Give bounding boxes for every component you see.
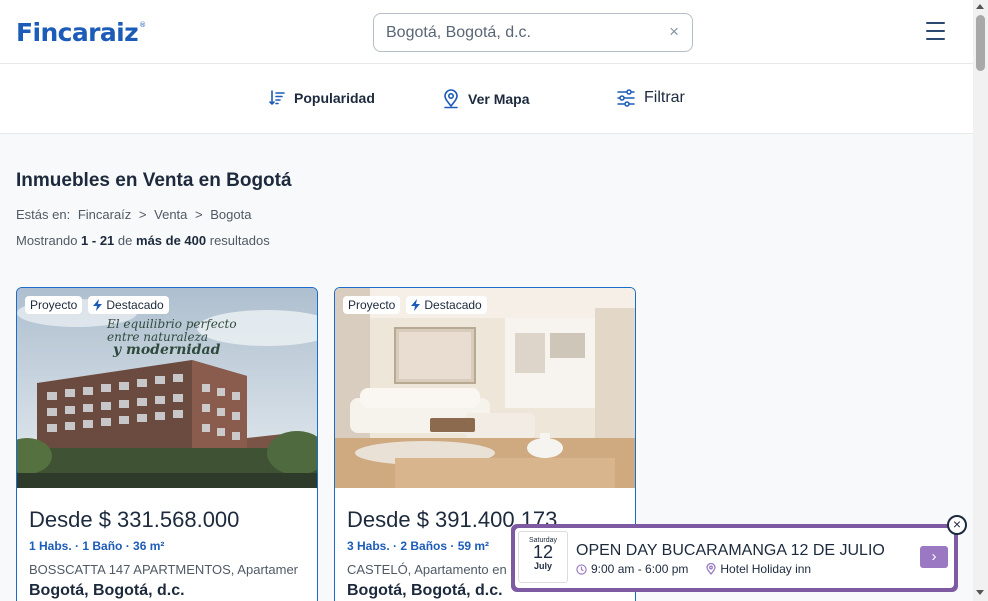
header: Fincaraiz® Bogotá, Bogotá, d.c. × xyxy=(0,0,973,64)
building-render-image: El equilibrio perfecto entre naturaleza … xyxy=(17,288,317,488)
project-badge: Proyecto xyxy=(25,296,83,314)
listing-photo[interactable]: El equilibrio perfecto entre naturaleza … xyxy=(17,288,317,488)
sliders-icon xyxy=(617,89,635,107)
apartment-interior-image xyxy=(335,288,635,488)
breadcrumb-prefix: Estás en: xyxy=(16,207,71,222)
scroll-down-arrow-icon[interactable] xyxy=(976,590,984,595)
calendar-day-number: 12 xyxy=(532,542,554,562)
logo-text: Fincaraiz xyxy=(16,18,139,47)
results-count: Mostrando 1 - 21 de más de 400 resultado… xyxy=(16,233,270,248)
listing-badges: Proyecto Destacado xyxy=(25,296,169,314)
page-title: Inmuebles en Venta en Bogotá xyxy=(16,170,292,191)
featured-badge-label: Destacado xyxy=(106,298,164,312)
clock-icon xyxy=(576,563,587,575)
scroll-up-arrow-icon[interactable] xyxy=(976,4,984,9)
sort-popularity-button[interactable]: Popularidad xyxy=(268,89,375,107)
map-pin-icon xyxy=(444,89,458,109)
promo-title: OPEN DAY BUCARAMANGA 12 DE JULIO xyxy=(576,542,885,559)
listing-badges: Proyecto Destacado xyxy=(343,296,487,314)
results-total: más de 400 xyxy=(136,233,207,248)
breadcrumb-item-sale[interactable]: Venta xyxy=(154,207,187,222)
sort-popularity-label: Popularidad xyxy=(294,90,375,106)
image-caption-line1: El equilibrio perfecto xyxy=(106,317,237,331)
promo-meta: 9:00 am - 6:00 pm Hotel Holiday inn xyxy=(576,562,811,576)
results-prefix: Mostrando xyxy=(16,233,78,248)
results-range: 1 - 21 xyxy=(81,233,115,248)
listing-description[interactable]: BOSSCATTA 147 APARTMENTOS, Apartamer xyxy=(29,562,298,577)
scrollbar-thumb[interactable] xyxy=(976,15,985,71)
results-middle: de xyxy=(117,233,133,248)
listing-photo[interactable] xyxy=(335,288,635,488)
listing-description[interactable]: CASTELÓ, Apartamento en xyxy=(347,562,507,577)
listing-card[interactable]: El equilibrio perfecto entre naturaleza … xyxy=(16,287,318,601)
listing-toolbar: Popularidad Ver Mapa Filtrar xyxy=(0,64,973,134)
view-map-label: Ver Mapa xyxy=(468,91,530,107)
location-pin-icon xyxy=(706,563,717,575)
view-map-button[interactable]: Ver Mapa xyxy=(442,89,529,109)
breadcrumb-separator: > xyxy=(138,207,147,222)
listing-specs: 1 Habs. · 1 Baño · 36 m² xyxy=(29,539,165,553)
promo-arrow-button[interactable]: › xyxy=(920,546,948,568)
calendar-date-tile: Saturday 12 July xyxy=(518,531,568,583)
featured-badge: Destacado xyxy=(406,296,487,314)
filter-label: Filtrar xyxy=(644,89,685,106)
close-promo-icon[interactable]: × xyxy=(947,515,967,535)
project-badge: Proyecto xyxy=(343,296,401,314)
open-day-promo-banner[interactable]: Saturday 12 July OPEN DAY BUCARAMANGA 12… xyxy=(511,524,958,592)
promo-venue: Hotel Holiday inn xyxy=(720,562,812,576)
listing-location: Bogotá, Bogotá, d.c. xyxy=(347,582,503,599)
hamburger-menu-icon[interactable] xyxy=(926,22,946,40)
breadcrumb-item-city[interactable]: Bogota xyxy=(210,207,251,222)
fincaraiz-logo[interactable]: Fincaraiz® xyxy=(16,18,146,47)
listing-location: Bogotá, Bogotá, d.c. xyxy=(29,582,185,599)
listing-specs: 3 Habs. · 2 Baños · 59 m² xyxy=(347,539,490,553)
image-caption-line3: y modernidad xyxy=(112,342,221,358)
breadcrumb: Estás en: Fincaraíz > Venta > Bogota xyxy=(16,207,255,222)
breadcrumb-item-home[interactable]: Fincaraíz xyxy=(78,207,131,222)
logo-registered-mark: ® xyxy=(139,21,146,29)
breadcrumb-separator: > xyxy=(195,207,203,222)
lightning-icon xyxy=(93,299,103,311)
results-suffix: resultados xyxy=(209,233,270,248)
search-input[interactable]: Bogotá, Bogotá, d.c. × xyxy=(373,13,693,52)
featured-badge: Destacado xyxy=(88,296,169,314)
calendar-month: July xyxy=(533,561,552,571)
page-scrollbar[interactable] xyxy=(973,0,988,601)
featured-badge-label: Destacado xyxy=(424,298,482,312)
sort-icon xyxy=(269,90,285,106)
promo-time: 9:00 am - 6:00 pm xyxy=(591,562,689,576)
search-value[interactable]: Bogotá, Bogotá, d.c. xyxy=(386,24,531,42)
clear-search-icon[interactable]: × xyxy=(669,22,679,42)
listing-price: Desde $ 331.568.000 xyxy=(29,507,240,532)
promo-content: Saturday 12 July OPEN DAY BUCARAMANGA 12… xyxy=(515,528,954,588)
filter-button[interactable]: Filtrar xyxy=(616,88,685,108)
lightning-icon xyxy=(411,299,421,311)
